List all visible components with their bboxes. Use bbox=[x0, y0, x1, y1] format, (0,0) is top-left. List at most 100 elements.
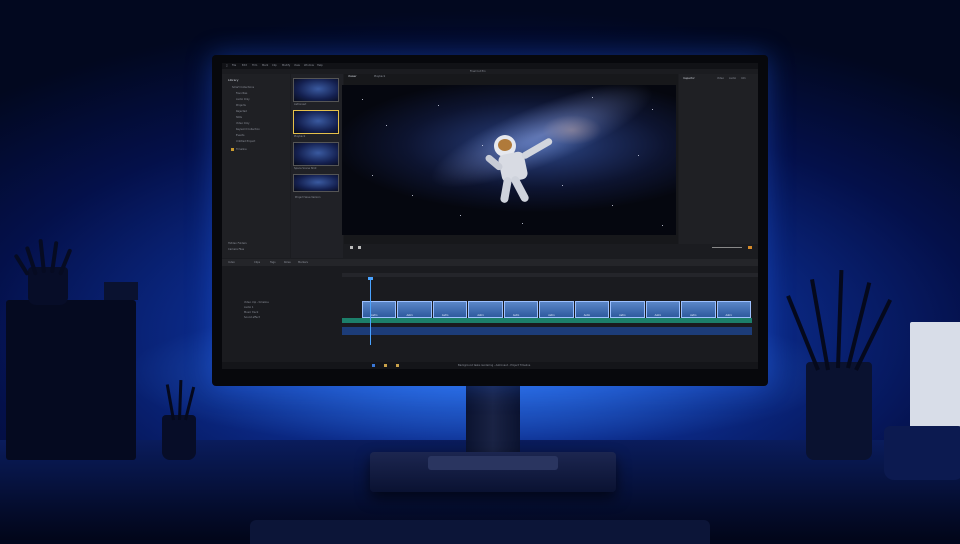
pen-cup-right bbox=[786, 269, 892, 460]
status-icon bbox=[748, 246, 752, 249]
library-item[interactable]: Stills bbox=[236, 116, 242, 119]
media-label: Space Scene Shot bbox=[294, 167, 317, 170]
library-item[interactable]: Projects bbox=[236, 104, 246, 107]
library-footer[interactable]: Camera Files bbox=[228, 248, 244, 251]
app-icon[interactable] bbox=[396, 364, 399, 367]
left-speaker-top bbox=[104, 282, 138, 300]
menu-file[interactable]: File bbox=[232, 64, 236, 67]
library-panel: Library Smart Collections Favorites Audi… bbox=[222, 74, 290, 258]
inspector-panel: Inspector Video Audio Info bbox=[679, 74, 758, 244]
track-name[interactable]: Sound effect bbox=[244, 316, 260, 319]
window-title: Final Cut Pro bbox=[470, 70, 486, 73]
menu-help[interactable]: Help bbox=[317, 64, 323, 67]
timeline-tab[interactable]: Roles bbox=[284, 261, 291, 264]
folder-icon bbox=[231, 148, 234, 151]
monitor-screen:  File Edit Trim Mark Clip Modify View W… bbox=[222, 63, 758, 369]
video-clip[interactable]: Astro bbox=[397, 301, 432, 318]
menu-window[interactable]: Window bbox=[304, 64, 314, 67]
video-preview[interactable] bbox=[342, 85, 676, 235]
status-text: Background tasks rendering - Astronaut -… bbox=[458, 364, 531, 367]
video-clip[interactable]: Astro bbox=[362, 301, 397, 318]
track-name[interactable]: Audio 1 bbox=[244, 306, 254, 309]
menu-mark[interactable]: Mark bbox=[262, 64, 268, 67]
media-label: Astronaut bbox=[294, 103, 307, 106]
library-item[interactable]: Favorites bbox=[236, 92, 247, 95]
video-clip[interactable]: Astro bbox=[645, 301, 681, 318]
astronaut bbox=[480, 125, 570, 215]
track-name[interactable]: Music track bbox=[244, 311, 258, 314]
media-thumbnail[interactable] bbox=[293, 78, 339, 102]
video-clip[interactable]: Astro bbox=[468, 301, 503, 318]
timeline-index[interactable]: Index bbox=[228, 261, 235, 264]
timeline-ruler[interactable] bbox=[342, 273, 758, 277]
library-item[interactable]: Events bbox=[236, 134, 244, 137]
audio-track-green[interactable] bbox=[342, 318, 752, 323]
clip-label: Astro bbox=[725, 314, 733, 317]
clip-label: Astro bbox=[406, 314, 413, 317]
library-item[interactable]: Video Only bbox=[236, 122, 250, 125]
library-item[interactable]: Untitled Project bbox=[236, 140, 255, 143]
timeline-header: Index Clips Tags Roles Markers bbox=[222, 259, 758, 266]
plant bbox=[13, 238, 78, 305]
left-speaker bbox=[6, 300, 136, 460]
clip-label: Astro bbox=[548, 314, 555, 317]
stop-icon[interactable] bbox=[358, 246, 361, 249]
video-clip[interactable]: Astro bbox=[432, 301, 468, 318]
app-icon[interactable] bbox=[372, 364, 375, 367]
pen-cup-left bbox=[160, 379, 200, 460]
clip-label: Astro bbox=[477, 314, 484, 317]
playhead-handle[interactable] bbox=[368, 277, 373, 280]
menu-trim[interactable]: Trim bbox=[252, 64, 257, 67]
library-item[interactable]: Smart Collections bbox=[232, 86, 254, 89]
inspector-tab[interactable]: Video bbox=[717, 77, 724, 80]
keyboard bbox=[250, 520, 710, 544]
track-name[interactable]: Video clip - timeline bbox=[244, 301, 269, 304]
menu-view[interactable]: View bbox=[294, 64, 300, 67]
video-clip[interactable]: Astro bbox=[681, 301, 716, 318]
menu-clip[interactable]: Clip bbox=[272, 64, 277, 67]
menu-bar:  File Edit Trim Mark Clip Modify View W… bbox=[222, 63, 758, 69]
clip-label: Astro bbox=[619, 314, 626, 317]
clip-label: Astro bbox=[512, 314, 520, 317]
video-clip[interactable]: Astro bbox=[610, 301, 645, 318]
library-footer[interactable]: Hidden Folders bbox=[228, 242, 247, 245]
media-thumbnail-selected[interactable] bbox=[293, 110, 339, 134]
inspector-tab[interactable]: Info bbox=[741, 77, 746, 80]
library-item[interactable]: Keyword Collection bbox=[236, 128, 260, 131]
timeline-tab[interactable]: Markers bbox=[298, 261, 308, 264]
video-clip[interactable]: Astro bbox=[574, 301, 610, 318]
video-clip[interactable]: Astro bbox=[539, 301, 574, 318]
viewer-tab[interactable]: Playback bbox=[374, 75, 385, 78]
app-icon[interactable] bbox=[384, 364, 387, 367]
inspector-tab[interactable]: Audio bbox=[729, 77, 736, 80]
video-clip[interactable]: Astro bbox=[503, 301, 539, 318]
media-footer: Project Save Version bbox=[295, 196, 321, 199]
library-item[interactable]: Timeline bbox=[236, 148, 247, 151]
right-mug bbox=[884, 426, 960, 480]
taskbar: Background tasks rendering - Astronaut -… bbox=[222, 362, 758, 369]
video-track: Astro Astro Astro Astro Astro Astro Astro Astro… bbox=[362, 301, 752, 318]
viewer-tab[interactable]: Viewer bbox=[348, 75, 357, 78]
inspector-title: Inspector bbox=[683, 77, 695, 80]
clip-label: Astro bbox=[441, 314, 449, 317]
library-item[interactable]: Rejected bbox=[236, 110, 247, 113]
timeline-tab[interactable]: Tags bbox=[270, 261, 276, 264]
play-icon[interactable] bbox=[350, 246, 353, 249]
clip-label: Astro bbox=[690, 314, 697, 317]
menu-edit[interactable]: Edit bbox=[242, 64, 247, 67]
zoom-slider[interactable] bbox=[712, 247, 742, 248]
clip-label: Astro bbox=[371, 314, 378, 317]
menu-modify[interactable]: Modify bbox=[282, 64, 290, 67]
clip-label: Astro bbox=[583, 314, 591, 317]
monitor-stand-plate bbox=[428, 456, 558, 470]
library-item[interactable]: Audio Only bbox=[236, 98, 250, 101]
timeline-tab[interactable]: Clips bbox=[254, 261, 260, 264]
media-thumbnail[interactable] bbox=[293, 142, 339, 166]
playback-toolbar bbox=[344, 244, 758, 252]
clip-label: Astro bbox=[654, 314, 662, 317]
audio-track-blue[interactable] bbox=[342, 327, 752, 335]
playhead[interactable] bbox=[370, 279, 371, 345]
media-label: Playback bbox=[294, 135, 306, 138]
video-clip[interactable]: Astro bbox=[716, 301, 751, 318]
media-thumbnail[interactable] bbox=[293, 174, 339, 192]
